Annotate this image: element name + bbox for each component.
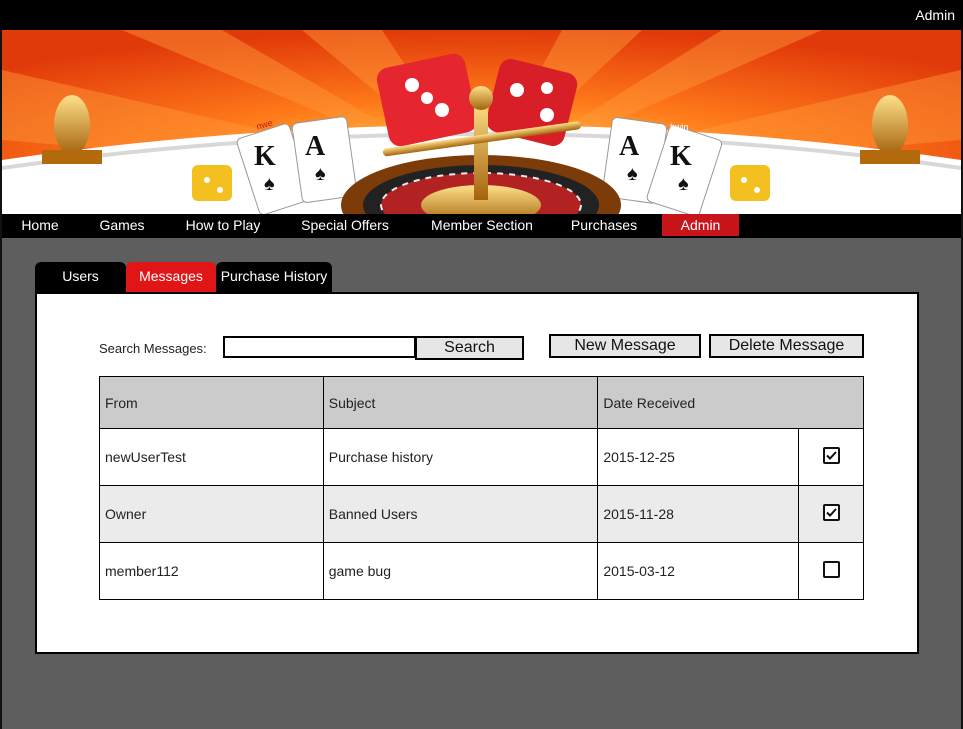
cell-date: 2015-11-28 — [597, 485, 800, 543]
right-brand-text: bwin — [670, 122, 689, 132]
banner-illustration: K A ♠ ♠ A K ♠ ♠ nwe bwin — [2, 30, 961, 214]
cell-date: 2015-03-12 — [597, 542, 800, 600]
column-header-from: From — [99, 376, 324, 429]
row-checkbox[interactable] — [822, 561, 840, 578]
cell-from: member112 — [99, 542, 324, 600]
cell-from: newUserTest — [99, 428, 324, 486]
top-bar: Admin — [0, 0, 963, 30]
admin-user-link[interactable]: Admin — [915, 7, 955, 23]
search-label: Search Messages: — [99, 341, 207, 356]
svg-text:♠: ♠ — [627, 163, 638, 185]
tab-purchase-history[interactable]: Purchase History — [216, 262, 332, 292]
search-input[interactable] — [223, 336, 416, 358]
nav-purchases[interactable]: Purchases — [565, 214, 643, 236]
table-row[interactable]: newUserTest Purchase history 2015-12-25 — [99, 428, 864, 486]
main-nav: Home Games How to Play Special Offers Me… — [2, 214, 961, 238]
table-header-row: From Subject Date Received — [99, 376, 864, 429]
delete-message-button[interactable]: Delete Message — [709, 334, 864, 358]
tab-users[interactable]: Users — [35, 262, 126, 292]
nav-special-offers[interactable]: Special Offers — [293, 214, 397, 236]
cell-date: 2015-12-25 — [597, 428, 800, 486]
casino-banner: K A ♠ ♠ A K ♠ ♠ nwe bwin — [2, 30, 961, 214]
nav-admin[interactable]: Admin — [662, 214, 739, 236]
search-button[interactable]: Search — [415, 336, 524, 360]
nav-how-to-play[interactable]: How to Play — [179, 214, 267, 236]
nav-member-section[interactable]: Member Section — [423, 214, 541, 236]
table-row[interactable]: Owner Banned Users 2015-11-28 — [99, 485, 864, 543]
column-header-date-received: Date Received — [597, 376, 864, 429]
column-header-subject: Subject — [322, 376, 599, 429]
svg-text:A: A — [305, 131, 326, 162]
tab-messages[interactable]: Messages — [126, 262, 216, 292]
checkmark-icon — [825, 451, 837, 460]
svg-text:♠: ♠ — [264, 173, 275, 195]
cell-select — [798, 485, 864, 543]
nav-games[interactable]: Games — [94, 214, 150, 236]
cell-subject: Purchase history — [322, 428, 599, 486]
cell-select — [798, 428, 864, 486]
svg-text:K: K — [670, 141, 692, 172]
svg-text:♠: ♠ — [315, 163, 326, 185]
nav-home[interactable]: Home — [17, 214, 63, 236]
checkmark-icon — [825, 508, 837, 517]
cell-from: Owner — [99, 485, 324, 543]
svg-text:A: A — [619, 131, 640, 162]
svg-text:♠: ♠ — [678, 173, 689, 195]
table-row[interactable]: member112 game bug 2015-03-12 — [99, 542, 864, 600]
cell-subject: game bug — [322, 542, 599, 600]
svg-text:K: K — [254, 141, 276, 172]
messages-table: From Subject Date Received newUserTest P… — [99, 376, 864, 600]
new-message-button[interactable]: New Message — [549, 334, 701, 358]
row-checkbox[interactable] — [822, 504, 840, 521]
cell-select — [798, 542, 864, 600]
cell-subject: Banned Users — [322, 485, 599, 543]
row-checkbox[interactable] — [822, 447, 840, 464]
